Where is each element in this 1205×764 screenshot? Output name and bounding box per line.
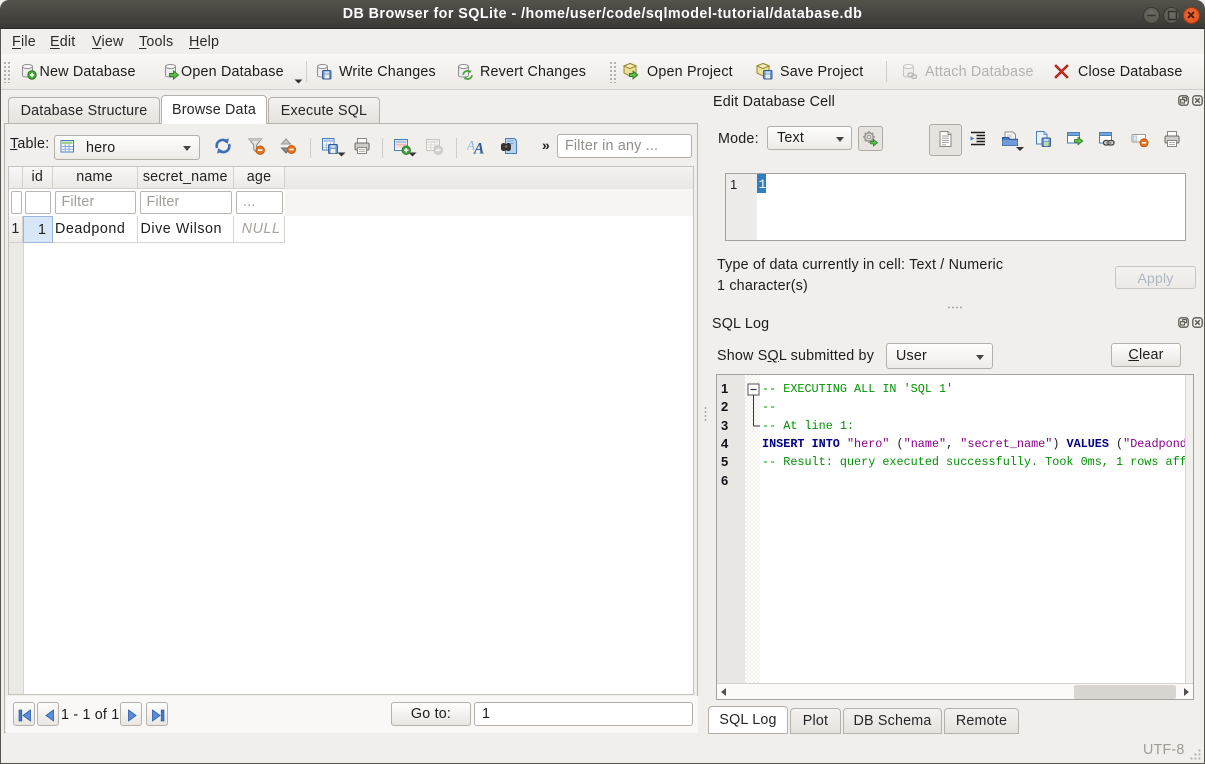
svg-text:A: A xyxy=(473,141,485,156)
